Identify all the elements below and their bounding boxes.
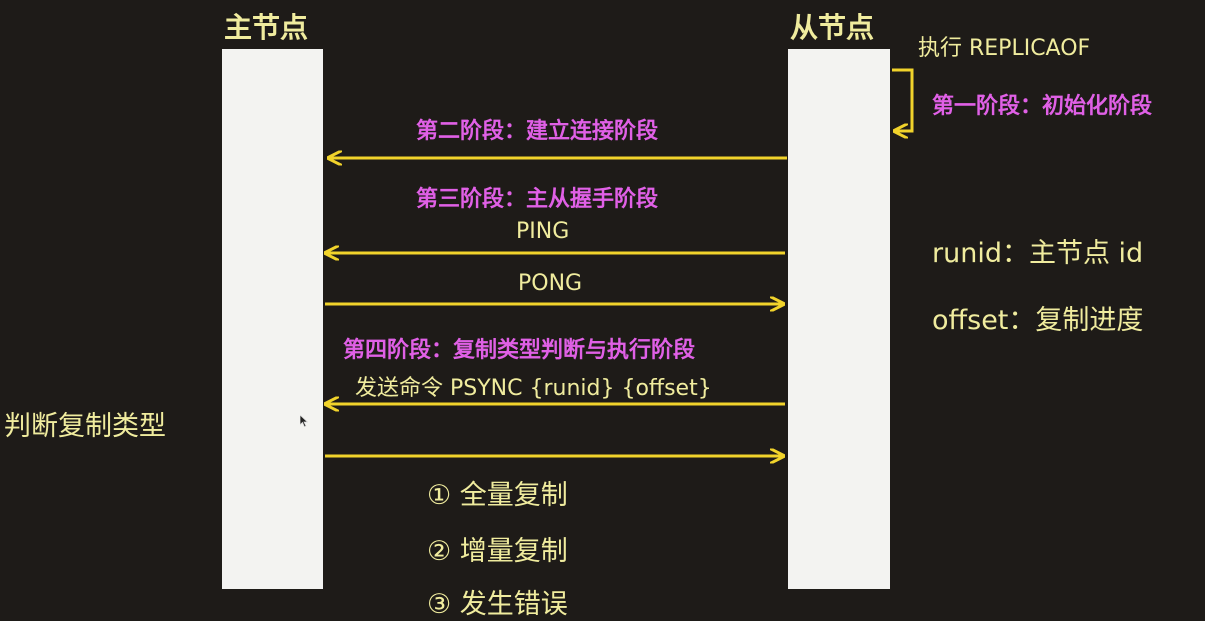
pong-label: PONG xyxy=(518,271,583,296)
phase4-label: 第四阶段：复制类型判断与执行阶段 xyxy=(343,338,696,363)
mouse-cursor-icon xyxy=(300,415,308,427)
option-full-sync: ① 全量复制 xyxy=(427,480,568,511)
offset-info: offset：复制进度 xyxy=(932,305,1144,336)
phase3-label: 第三阶段：主从握手阶段 xyxy=(416,187,659,212)
init-loop-arrow xyxy=(892,68,914,131)
ping-label: PING xyxy=(516,219,570,244)
phase1-label: 第一阶段：初始化阶段 xyxy=(932,94,1153,119)
option-partial-sync: ② 增量复制 xyxy=(427,536,568,567)
psync-label: 发送命令 PSYNC {runid} {offset} xyxy=(355,376,712,401)
option-error: ③ 发生错误 xyxy=(427,589,568,620)
runid-info: runid：主节点 id xyxy=(932,238,1144,269)
judge-type-label: 判断复制类型 xyxy=(4,411,166,442)
exec-replicaof-label: 执行 REPLICAOF xyxy=(918,36,1091,61)
phase2-label: 第二阶段：建立连接阶段 xyxy=(416,119,659,144)
